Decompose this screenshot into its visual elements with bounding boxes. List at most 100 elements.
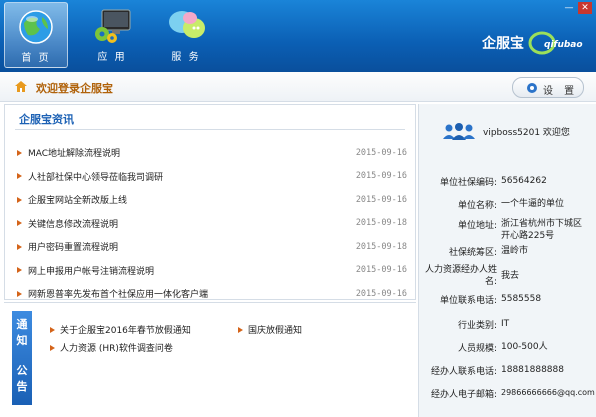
bullet-icon bbox=[17, 243, 22, 250]
info-row: 社保统筹区: 温岭市 bbox=[419, 245, 596, 258]
news-item[interactable]: 关键信息修改流程说明 2015-09-18 bbox=[17, 212, 407, 236]
news-list: MAC地址解除流程说明 2015-09-16 人社部社保中心领导莅临我司调研 201… bbox=[17, 141, 407, 306]
settings-label: 设 置 bbox=[543, 86, 579, 97]
info-row: 单位名称: 一个牛逼的单位 bbox=[419, 198, 596, 211]
info-label: 单位联系电话: bbox=[439, 296, 497, 306]
bullet-icon bbox=[17, 267, 22, 274]
minimize-button[interactable]: — bbox=[562, 2, 576, 14]
notice-item[interactable]: 国庆放假通知 bbox=[238, 323, 302, 336]
info-row: 单位联系电话: 5585558 bbox=[419, 293, 596, 306]
bullet-icon bbox=[50, 344, 55, 351]
news-item[interactable]: 人社部社保中心领导莅临我司调研 2015-09-16 bbox=[17, 165, 407, 189]
info-row: 经办人联系电话: 18881888888 bbox=[419, 364, 596, 377]
notice-item-text[interactable]: 国庆放假通知 bbox=[248, 323, 302, 336]
welcome-bar: 欢迎登录企服宝 设 置 bbox=[0, 72, 596, 102]
news-item-text[interactable]: 企服宝网站全新改版上线 bbox=[28, 193, 127, 206]
notice-item-text[interactable]: 关于企服宝2016年春节放假通知 bbox=[60, 323, 191, 336]
house-icon bbox=[14, 80, 28, 93]
nav-services-label: 服 务 bbox=[171, 52, 201, 63]
news-item-text[interactable]: 人社部社保中心领导莅临我司调研 bbox=[28, 170, 163, 183]
news-item-text[interactable]: 用户密码重置流程说明 bbox=[28, 240, 118, 253]
user-greeting-row: vipboss5201 欢迎您 bbox=[441, 122, 570, 140]
news-item-date: 2015-09-18 bbox=[355, 218, 407, 229]
monitor-gears-icon bbox=[90, 6, 134, 46]
user-greeting: vipboss5201 欢迎您 bbox=[483, 127, 570, 138]
qifubao-logo: qifubao bbox=[528, 30, 588, 56]
info-value: 温岭市 bbox=[501, 246, 529, 256]
info-label: 人员规模: bbox=[457, 344, 497, 354]
bullet-icon bbox=[17, 290, 22, 297]
nav-services[interactable]: 服 务 bbox=[154, 2, 218, 68]
info-row: 人员规模: 100-500人 bbox=[419, 341, 596, 354]
globe-icon bbox=[14, 7, 58, 47]
info-value: IT bbox=[501, 319, 510, 329]
news-item-date: 2015-09-16 bbox=[355, 147, 407, 158]
info-value: 5585558 bbox=[501, 294, 542, 304]
info-label: 社保统筹区: bbox=[448, 248, 497, 258]
users-icon bbox=[441, 122, 477, 140]
header-bar: — ✕ 首 页 应 用 服 务 企服宝 qifubao bbox=[0, 0, 596, 72]
info-value: 浙江省杭州市下城区开心路225号 bbox=[501, 219, 583, 241]
bullet-icon bbox=[17, 220, 22, 227]
info-row: 行业类别: IT bbox=[419, 318, 596, 331]
notice-panel: 通 知 公 告 关于企服宝2016年春节放假通知 国庆放假通知 人力资源 (HR… bbox=[4, 302, 416, 412]
info-label: 单位名称: bbox=[457, 201, 497, 211]
news-item-text[interactable]: 网上申报用户帐号注销流程说明 bbox=[28, 264, 154, 277]
notice-tag-char: 通 bbox=[16, 318, 28, 331]
info-label: 经办人电子邮箱: bbox=[430, 390, 497, 400]
news-item-text[interactable]: 网新恩普率先发布首个社保应用一体化客户端 bbox=[28, 287, 208, 300]
info-label: 经办人联系电话: bbox=[430, 367, 497, 377]
notice-item[interactable]: 人力资源 (HR)软件调查问卷 bbox=[50, 341, 173, 354]
info-label: 单位地址: bbox=[457, 221, 497, 231]
news-item[interactable]: 网上申报用户帐号注销流程说明 2015-09-16 bbox=[17, 259, 407, 283]
nav-home[interactable]: 首 页 bbox=[4, 2, 68, 68]
info-value: 56564262 bbox=[501, 176, 547, 186]
notice-tag-char: 知 bbox=[16, 334, 28, 347]
news-item-date: 2015-09-16 bbox=[355, 194, 407, 205]
gear-icon bbox=[527, 83, 537, 93]
svg-text:qifubao: qifubao bbox=[544, 40, 583, 50]
info-value: 18881888888 bbox=[501, 365, 564, 375]
notice-item-text[interactable]: 人力资源 (HR)软件调查问卷 bbox=[60, 341, 173, 354]
nav-apps[interactable]: 应 用 bbox=[80, 2, 144, 68]
nav-apps-label: 应 用 bbox=[97, 52, 127, 63]
brand: 企服宝 qifubao bbox=[482, 30, 588, 56]
notice-item[interactable]: 关于企服宝2016年春节放假通知 bbox=[50, 323, 191, 336]
news-panel: 企服宝资讯 MAC地址解除流程说明 2015-09-16 人社部社保中心领导莅临我… bbox=[4, 104, 416, 300]
bullet-icon bbox=[50, 326, 55, 333]
bullet-icon bbox=[17, 196, 22, 203]
window-controls: — ✕ bbox=[562, 2, 592, 14]
user-info-panel: vipboss5201 欢迎您 单位社保编码: 56564262 单位名称: 一… bbox=[418, 104, 596, 417]
info-row: 人力资源经办人姓名: 我去 bbox=[419, 264, 596, 288]
bullet-icon bbox=[238, 326, 243, 333]
news-item-date: 2015-09-16 bbox=[355, 288, 407, 299]
welcome-message: 欢迎登录企服宝 bbox=[36, 82, 113, 95]
news-item[interactable]: 企服宝网站全新改版上线 2015-09-16 bbox=[17, 188, 407, 212]
news-item-date: 2015-09-18 bbox=[355, 241, 407, 252]
close-button[interactable]: ✕ bbox=[578, 2, 592, 14]
news-item[interactable]: 用户密码重置流程说明 2015-09-18 bbox=[17, 235, 407, 259]
info-label: 人力资源经办人姓名: bbox=[424, 265, 497, 287]
bullet-icon bbox=[17, 149, 22, 156]
notice-tag-char: 公 bbox=[16, 364, 28, 377]
news-item[interactable]: MAC地址解除流程说明 2015-09-16 bbox=[17, 141, 407, 165]
notice-tag-char: 告 bbox=[16, 380, 28, 393]
news-item-text[interactable]: MAC地址解除流程说明 bbox=[28, 146, 120, 159]
news-item-text[interactable]: 关键信息修改流程说明 bbox=[28, 217, 118, 230]
info-value: 一个牛逼的单位 bbox=[501, 199, 565, 209]
bullet-icon bbox=[17, 173, 22, 180]
divider bbox=[15, 129, 405, 130]
notice-tag: 通 知 公 告 bbox=[12, 311, 32, 405]
news-item-date: 2015-09-16 bbox=[355, 171, 407, 182]
news-item-date: 2015-09-16 bbox=[355, 265, 407, 276]
info-label: 单位社保编码: bbox=[439, 178, 497, 188]
nav-home-label: 首 页 bbox=[21, 53, 51, 64]
info-value: 我去 bbox=[501, 271, 520, 281]
settings-button[interactable]: 设 置 bbox=[512, 77, 584, 98]
info-row: 单位社保编码: 56564262 bbox=[419, 175, 596, 188]
info-value: 29866666666@qq.com bbox=[501, 388, 595, 397]
info-row: 单位地址: 浙江省杭州市下城区开心路225号 bbox=[419, 218, 596, 242]
chat-bubbles-icon bbox=[164, 6, 208, 46]
news-title: 企服宝资讯 bbox=[19, 113, 74, 126]
brand-name: 企服宝 bbox=[482, 36, 524, 52]
